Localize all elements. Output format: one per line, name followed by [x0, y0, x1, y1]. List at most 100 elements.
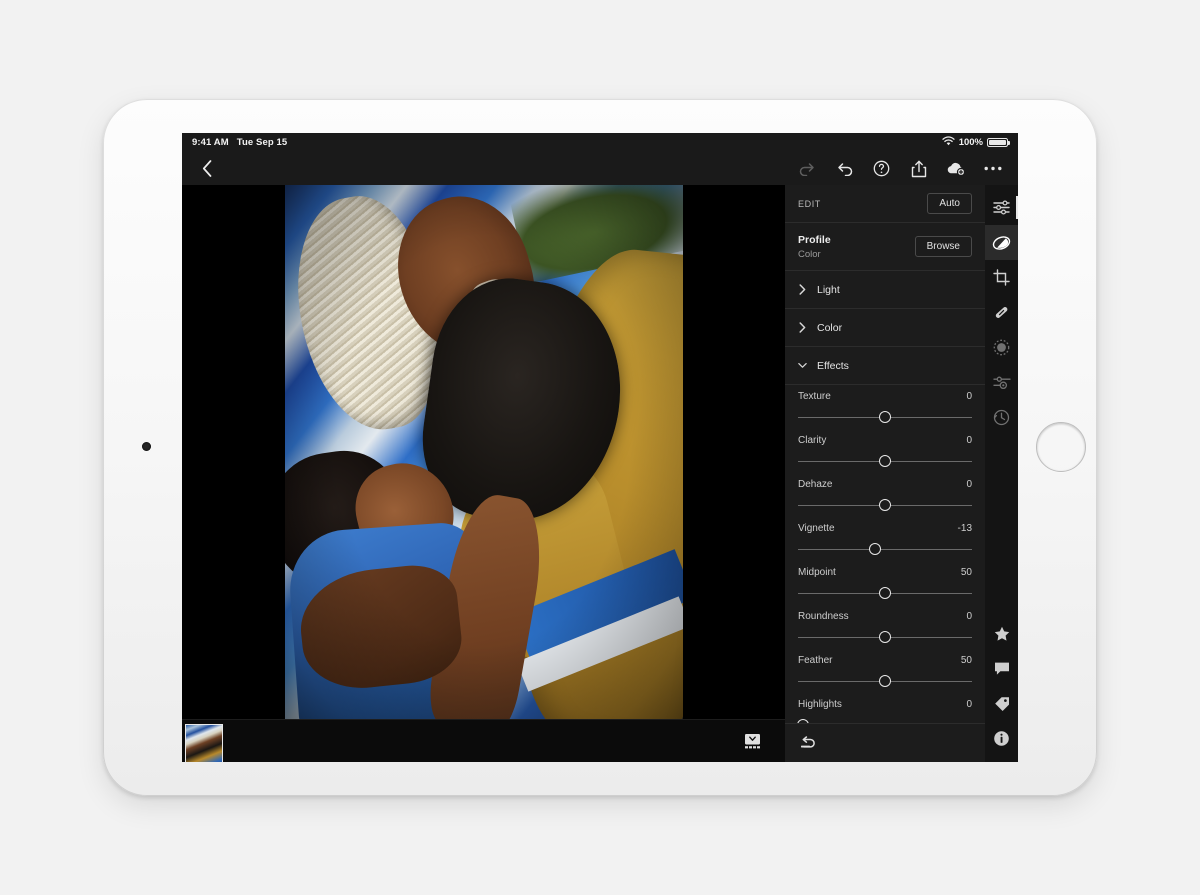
- slider-thumb[interactable]: [869, 543, 881, 555]
- slider-label: Texture: [798, 391, 831, 402]
- slider-value: 0: [966, 479, 972, 490]
- chevron-right-icon: [798, 323, 807, 332]
- slider-header: Clarity 0: [798, 435, 972, 446]
- slider-value: 50: [961, 567, 972, 578]
- more-ellipsis-icon[interactable]: [979, 155, 1006, 182]
- slider-header: Midpoint 50: [798, 567, 972, 578]
- slider-thumb[interactable]: [879, 631, 891, 643]
- slider-track[interactable]: [798, 411, 972, 423]
- slider-midpoint[interactable]: Midpoint 50: [798, 567, 972, 599]
- slider-label: Dehaze: [798, 479, 832, 490]
- wifi-icon: [942, 136, 955, 149]
- rail-item-info[interactable]: [985, 721, 1018, 756]
- back-chevron-icon[interactable]: [194, 155, 221, 182]
- slider-value: -13: [958, 523, 972, 534]
- slider-thumb[interactable]: [879, 675, 891, 687]
- tablet-screen: 9:41 AM Tue Sep 15 100%: [182, 133, 1018, 762]
- slider-header: Texture 0: [798, 391, 972, 402]
- slider-texture[interactable]: Texture 0: [798, 391, 972, 423]
- help-circle-icon[interactable]: [868, 155, 895, 182]
- slider-thumb[interactable]: [879, 499, 891, 511]
- rail-item-selective[interactable]: [985, 365, 1018, 400]
- tag-icon: [994, 696, 1010, 712]
- rail-item-versions[interactable]: [985, 400, 1018, 435]
- slider-track[interactable]: [798, 675, 972, 687]
- sliders-icon: [993, 199, 1010, 216]
- history-clock-icon: [993, 409, 1010, 426]
- comment-bubble-icon: [994, 661, 1010, 676]
- crop-icon: [993, 269, 1010, 286]
- edited-photo[interactable]: [285, 185, 683, 719]
- slider-track[interactable]: [798, 499, 972, 511]
- slider-thumb[interactable]: [879, 455, 891, 467]
- slider-dehaze[interactable]: Dehaze 0: [798, 479, 972, 511]
- undo-icon[interactable]: [831, 155, 858, 182]
- slider-label: Feather: [798, 655, 832, 666]
- effects-slider-list: Texture 0 Clarity 0 Dehaze 0 Vignette-13 Midpoi…: [785, 385, 985, 731]
- slider-roundness[interactable]: Roundness 0: [798, 611, 972, 643]
- rail-item-rating[interactable]: [985, 616, 1018, 651]
- rail-item-comments[interactable]: [985, 651, 1018, 686]
- rail-item-edit-sliders[interactable]: [985, 190, 1018, 225]
- rail-item-radial[interactable]: [985, 330, 1018, 365]
- slider-value: 0: [966, 699, 972, 710]
- healing-brush-icon: [993, 304, 1010, 321]
- slider-value: 0: [966, 611, 972, 622]
- slider-track[interactable]: [798, 631, 972, 643]
- mask-ellipse-icon: [992, 235, 1011, 251]
- slider-label: Clarity: [798, 435, 826, 446]
- slider-value: 0: [966, 391, 972, 402]
- star-icon: [994, 626, 1010, 641]
- home-button[interactable]: [1036, 422, 1086, 472]
- slider-clarity[interactable]: Clarity 0: [798, 435, 972, 467]
- rail-item-keywords[interactable]: [985, 686, 1018, 721]
- slider-value: 0: [966, 435, 972, 446]
- battery-full-icon: [987, 138, 1008, 148]
- rail-bottom-group: [985, 616, 1018, 762]
- browse-profiles-button[interactable]: Browse: [915, 236, 972, 257]
- slider-label: Midpoint: [798, 567, 836, 578]
- slider-thumb[interactable]: [879, 587, 891, 599]
- slider-track[interactable]: [798, 543, 972, 555]
- slider-header: Vignette-13: [798, 523, 972, 534]
- status-bar-right: 100%: [942, 136, 1008, 149]
- profile-text: Profile Color: [798, 234, 831, 260]
- status-bar: 9:41 AM Tue Sep 15 100%: [182, 133, 1018, 152]
- canvas-area: [182, 185, 785, 762]
- rail-item-crop[interactable]: [985, 260, 1018, 295]
- top-toolbar: [182, 152, 1018, 185]
- photo-stage[interactable]: [182, 185, 785, 719]
- rail-item-masking[interactable]: [985, 225, 1018, 260]
- slider-label: Roundness: [798, 611, 849, 622]
- tablet-device: 9:41 AM Tue Sep 15 100%: [103, 99, 1097, 796]
- slider-track[interactable]: [798, 587, 972, 599]
- selective-edit-icon: [993, 375, 1011, 390]
- reset-revert-icon[interactable]: [798, 733, 818, 753]
- status-time: 9:41 AM: [192, 137, 229, 148]
- section-color[interactable]: Color: [785, 309, 985, 347]
- profile-value: Color: [798, 249, 831, 260]
- redo-icon[interactable]: [794, 155, 821, 182]
- filmstrip-toggle-icon[interactable]: [741, 730, 763, 752]
- share-icon[interactable]: [905, 155, 932, 182]
- section-effects-label: Effects: [817, 360, 849, 372]
- slider-feather[interactable]: Feather50: [798, 655, 972, 687]
- photo-thumbnail[interactable]: [185, 724, 223, 762]
- auto-button[interactable]: Auto: [927, 193, 972, 214]
- status-date: Tue Sep 15: [237, 137, 287, 148]
- chevron-down-icon: [798, 361, 807, 370]
- profile-row: Profile Color Browse: [785, 223, 985, 271]
- toolbar-actions: [794, 155, 1008, 182]
- slider-track[interactable]: [798, 455, 972, 467]
- rail-item-healing[interactable]: [985, 295, 1018, 330]
- slider-header: Highlights0: [798, 699, 972, 710]
- slider-vignette[interactable]: Vignette-13: [798, 523, 972, 555]
- section-light[interactable]: Light: [785, 271, 985, 309]
- section-effects[interactable]: Effects: [785, 347, 985, 385]
- battery-percent: 100%: [959, 137, 983, 148]
- cloud-add-icon[interactable]: [942, 155, 969, 182]
- profile-label: Profile: [798, 234, 831, 246]
- slider-header: Roundness 0: [798, 611, 972, 622]
- slider-thumb[interactable]: [879, 411, 891, 423]
- section-light-label: Light: [817, 284, 840, 296]
